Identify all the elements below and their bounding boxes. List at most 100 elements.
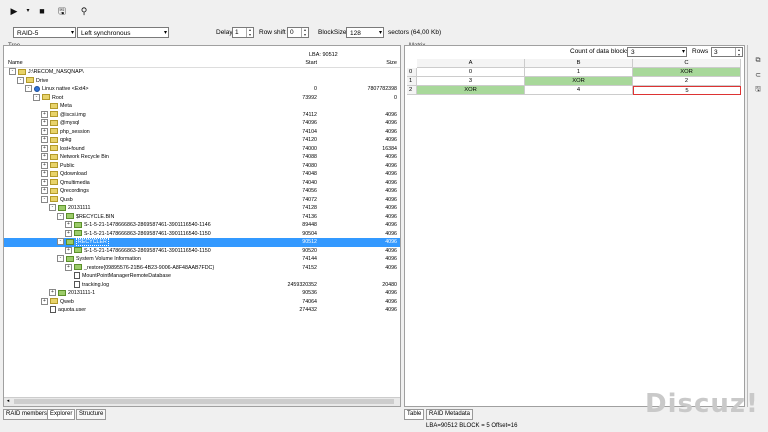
expand-icon[interactable]: + <box>41 161 48 169</box>
matrix-cell[interactable]: 0 <box>417 68 525 77</box>
save-icon[interactable]: 🖫 <box>56 5 68 17</box>
tree-row[interactable]: +20131111-1 90536 4096 <box>4 289 400 298</box>
tab-explorer[interactable]: Explorer <box>47 409 76 420</box>
stop-icon[interactable]: ■ <box>36 5 48 17</box>
expand-icon[interactable]: + <box>41 170 48 178</box>
chevron-down-icon[interactable]: ▾ <box>22 5 34 17</box>
tree-row[interactable]: + Qrecordings 74056 4096 <box>4 187 400 196</box>
row-shift-stepper[interactable]: 0 ▴ ▾ <box>287 27 309 38</box>
collapse-icon[interactable]: - <box>41 195 48 203</box>
column-start[interactable]: Start <box>305 59 317 67</box>
tree-row[interactable]: + Public 74080 4096 <box>4 161 400 171</box>
tree-row-start: 74120 <box>302 137 317 143</box>
tree-row-start: 74136 <box>302 213 317 220</box>
column-size[interactable]: Size <box>386 59 397 67</box>
collapse-icon[interactable]: - <box>33 93 40 101</box>
tree-row[interactable]: - Qusb 74072 4096 <box>4 195 400 205</box>
tree-row[interactable]: Meta <box>4 102 400 111</box>
matrix-cell[interactable]: XOR <box>525 77 633 86</box>
matrix-cell[interactable]: 2 <box>633 77 741 86</box>
copy-icon[interactable]: ⧉ <box>753 57 763 65</box>
tree-row[interactable]: MountPointManagerRemoteDatabase <box>4 272 400 281</box>
expand-icon[interactable]: + <box>65 263 72 271</box>
scroll-left-icon[interactable]: ◂ <box>4 398 12 405</box>
tree-row-size: 4096 <box>385 179 397 186</box>
tree-row[interactable]: aquota.user 274432 4096 <box>4 306 400 315</box>
expand-icon[interactable]: + <box>65 221 72 229</box>
tree-panel: LBA: 90512 Name Start Size - J:\RECOM_NAS… <box>3 45 401 407</box>
tree-row[interactable]: + Qmultimedia 74040 4096 <box>4 178 400 188</box>
expand-icon[interactable]: + <box>65 229 72 237</box>
tree-row[interactable]: + Qweb 74064 4096 <box>4 297 400 307</box>
horizontal-scrollbar[interactable]: ◂ <box>4 397 400 406</box>
tree-row-start: 90520 <box>302 247 317 254</box>
expand-icon[interactable]: + <box>41 127 48 135</box>
tree-row[interactable]: + S-1-5-21-1478666863-2869587461-39011165… <box>4 221 400 230</box>
tab-table[interactable]: Table <box>404 409 425 420</box>
tree-row[interactable]: + php_session 74104 4096 <box>4 127 400 137</box>
tree-row[interactable]: + S-1-5-21-1478666863-2869587461-39011165… <box>4 229 400 239</box>
matrix-cell[interactable]: XOR <box>417 86 525 95</box>
tab-raid-metadata[interactable]: RAID Metadata <box>426 409 474 420</box>
expand-icon[interactable]: + <box>49 289 56 297</box>
tree-row[interactable]: + @mysql 74096 4096 <box>4 119 400 128</box>
block-size-select[interactable]: 128 ▾ <box>346 27 384 38</box>
tree-row[interactable]: + lost+found 74000 16384 <box>4 144 400 154</box>
tab-structure[interactable]: Structure <box>76 409 107 420</box>
tree-row[interactable]: - Linux native <Ext4> 0 7807782398 <box>4 85 400 94</box>
folder-icon <box>50 298 58 305</box>
tree-row[interactable]: + S-1-5-21-1478666863-2869587461-39011165… <box>4 246 400 256</box>
tree-icon[interactable]: ⚲ <box>78 5 90 17</box>
collapse-icon[interactable]: - <box>17 76 24 84</box>
tree-row[interactable]: - 20131111 74128 4096 <box>4 204 400 213</box>
expand-icon[interactable]: + <box>41 153 48 161</box>
tree-row[interactable]: + _restore{09895576-21B6-4B23-9006-A8F48A… <box>4 263 400 273</box>
info-icon <box>34 85 40 92</box>
expand-icon[interactable]: + <box>41 119 48 127</box>
count-blocks-select[interactable]: 3 ▾ <box>627 47 687 57</box>
matrix-cell[interactable]: XOR <box>633 68 741 77</box>
tree-row-start: 90536 <box>302 290 317 296</box>
collapse-icon[interactable]: - <box>57 212 64 220</box>
delay-stepper[interactable]: 1 ▴ ▾ <box>232 27 254 38</box>
tree-row[interactable]: - Drive <box>4 76 400 86</box>
rows-stepper[interactable]: 3 ▴ ▾ <box>711 47 743 57</box>
matrix-cell[interactable]: 4 <box>525 86 633 95</box>
collapse-icon[interactable]: - <box>25 85 32 93</box>
play-icon[interactable]: ▶ <box>8 5 20 17</box>
link-icon[interactable]: ⊂ <box>753 71 763 79</box>
tree-row-name: - System Volume Information <box>57 255 141 264</box>
scroll-thumb[interactable] <box>14 399 394 404</box>
matrix-cell[interactable]: 1 <box>525 68 633 77</box>
tree-row-label: Qrecordings <box>60 188 89 194</box>
expand-icon[interactable]: + <box>41 297 48 305</box>
matrix-cell[interactable]: 5 <box>633 86 741 95</box>
expand-icon[interactable]: + <box>41 178 48 186</box>
tree-row[interactable]: - RECYCLER 90512 4096 <box>4 238 400 247</box>
collapse-icon[interactable]: - <box>57 255 64 263</box>
collapse-icon[interactable]: - <box>49 204 56 212</box>
tree-row[interactable]: + qpkg 74120 4096 <box>4 136 400 145</box>
expand-icon[interactable]: + <box>41 110 48 118</box>
tree-row[interactable]: - System Volume Information 74144 4096 <box>4 255 400 264</box>
matrix-cell[interactable]: 3 <box>417 77 525 86</box>
tree-row[interactable]: + @iscsi.img 74112 4096 <box>4 110 400 120</box>
tab-raid-members[interactable]: RAID members <box>3 409 51 420</box>
collapse-icon[interactable]: - <box>9 68 16 76</box>
expand-icon[interactable]: + <box>41 136 48 144</box>
tree-row[interactable]: - J:\RECOM_NASQNAP\ <box>4 68 400 77</box>
expand-icon[interactable]: + <box>41 187 48 195</box>
save-icon[interactable]: 🖫 <box>753 85 763 93</box>
raid-type-select[interactable]: RAID-5 ▾ <box>13 27 76 38</box>
expand-icon[interactable]: + <box>41 144 48 152</box>
tree-row[interactable]: - Root 73992 0 <box>4 93 400 103</box>
expand-icon[interactable]: + <box>65 246 72 254</box>
tree-row[interactable]: tracking.log 2459320352 20480 <box>4 280 400 290</box>
collapse-icon[interactable]: - <box>57 238 64 246</box>
layout-select[interactable]: Left synchronous ▾ <box>77 27 169 38</box>
tree-row-size: 4096 <box>385 162 397 169</box>
tree-row[interactable]: + Network Recycle Bin 74088 4096 <box>4 153 400 162</box>
column-name[interactable]: Name <box>8 59 23 67</box>
tree-row[interactable]: + Qdownload 74048 4096 <box>4 170 400 179</box>
tree-row[interactable]: - $RECYCLE.BIN 74136 4096 <box>4 212 400 222</box>
